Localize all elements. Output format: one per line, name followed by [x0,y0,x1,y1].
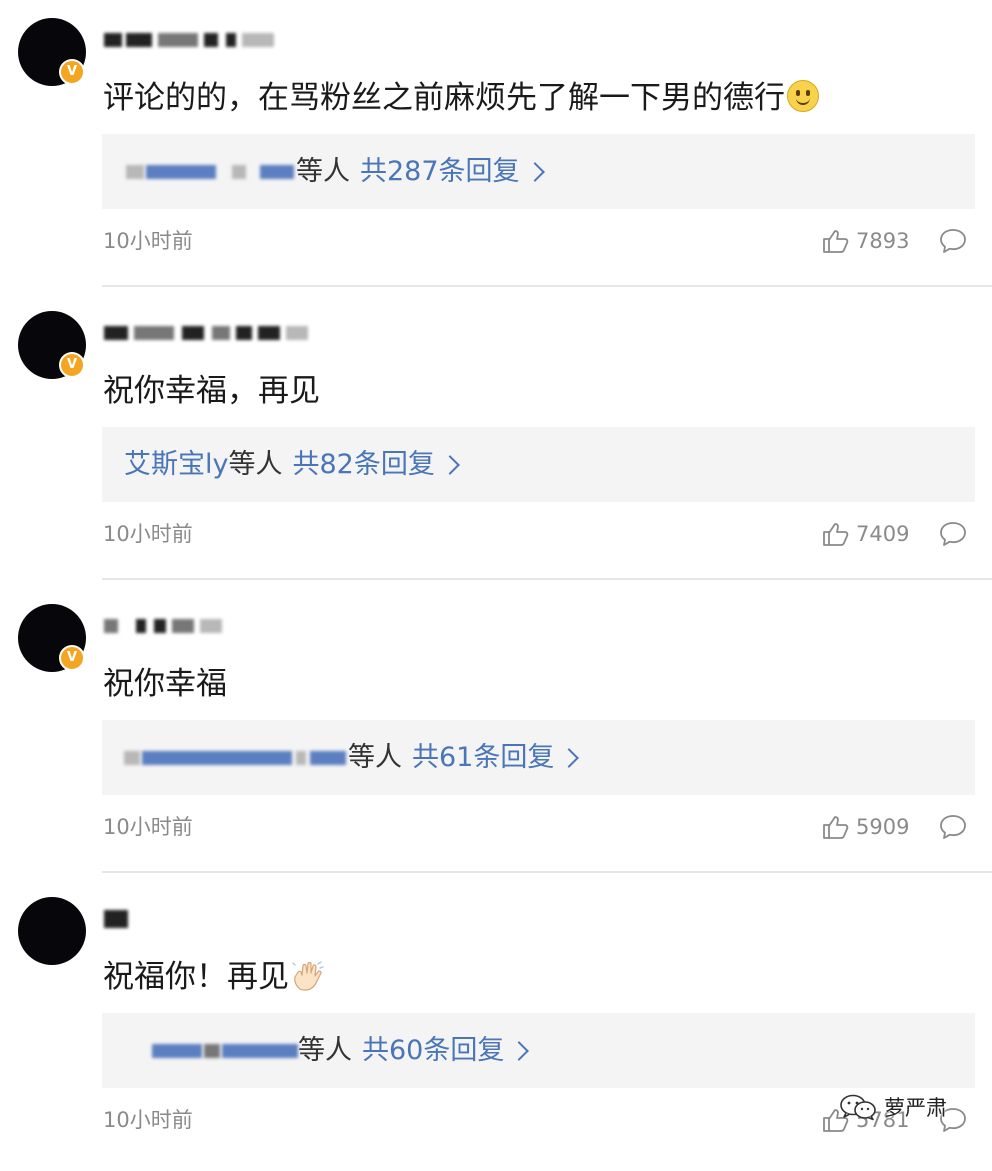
speech-bubble-icon [940,522,966,546]
reply-suffix: 等人 [348,742,402,773]
chevron-right-icon [439,454,460,475]
divider [102,285,992,287]
comment-item: V 祝你幸福，再见 艾斯宝ly 等人 共82条回复 10小时前 7409 [0,293,992,585]
chevron-right-icon [524,161,545,182]
reply-count-link[interactable]: 共287条回复 [360,134,520,209]
comment-reply-button[interactable] [938,520,968,552]
reply-count-link[interactable]: 共60条回复 [362,1013,504,1088]
comment-text: 祝你幸福 [103,666,227,702]
comment-time: 10小时前 [103,815,193,839]
comment-time: 10小时前 [103,229,193,253]
reply-count-link[interactable]: 共61条回复 [412,720,554,795]
verified-badge-icon: V [59,645,85,671]
username-blurred[interactable] [102,615,302,637]
chevron-right-icon [509,1040,530,1061]
comment-text: 祝你幸福，再见 [103,373,320,409]
comment-text: 评论的的，在骂粉丝之前麻烦先了解一下男的德行 [103,78,819,118]
thumbs-up-icon [823,230,849,253]
reply-suffix: 等人 [296,156,350,187]
username-blurred[interactable] [102,29,302,51]
reply-usernames-blurred [124,162,296,182]
thumbs-up-icon [823,816,849,839]
like-count: 7409 [856,522,910,546]
speech-bubble-icon [940,815,966,839]
smile-icon [787,80,819,112]
comment-text: 祝福你！再见 [103,957,325,997]
reply-username-link[interactable]: 艾斯宝ly [124,427,228,502]
divider [102,871,992,873]
speech-bubble-icon [940,229,966,253]
like-button[interactable]: 7893 [822,226,909,256]
comment-reply-button[interactable] [938,227,968,259]
username-blurred[interactable] [102,908,302,930]
waving-hand-icon [292,961,324,991]
verified-badge-icon: V [59,59,85,85]
verified-badge-icon: V [59,352,85,378]
avatar[interactable] [18,897,86,965]
comment-reply-button[interactable] [938,813,968,845]
like-count: 7893 [856,229,910,253]
comment-item: 祝福你！再见 等人 共60条回复 10小时前 5781 [0,879,992,1171]
watermark-text: 萝严肃 [884,1096,947,1120]
username-blurred[interactable] [102,322,308,344]
reply-suffix: 等人 [228,449,283,480]
reply-summary[interactable]: 艾斯宝ly 等人 共82条回复 [102,427,975,502]
watermark: 萝严肃 [838,1092,947,1122]
comment-item: V 祝你幸福 等人 共61条回复 10小时前 5909 [0,586,992,878]
like-button[interactable]: 7409 [822,519,909,549]
wechat-icon [840,1094,876,1121]
reply-suffix: 等人 [298,1035,352,1066]
reply-usernames-blurred [124,748,348,768]
comment-item: V 评论的的，在骂粉丝之前麻烦先了解一下男的德行 等人 共287条回复 10小时… [0,0,992,292]
reply-summary[interactable]: 等人 共61条回复 [102,720,975,795]
divider [102,578,992,580]
like-button[interactable]: 5909 [822,812,909,842]
thumbs-up-icon [823,523,849,546]
like-count: 5909 [856,815,910,839]
reply-summary[interactable]: 等人 共287条回复 [102,134,975,209]
chevron-right-icon [559,747,580,768]
comment-time: 10小时前 [103,522,193,546]
reply-count-link[interactable]: 共82条回复 [292,427,434,502]
reply-usernames-blurred [124,1041,298,1061]
reply-summary[interactable]: 等人 共60条回复 [102,1013,975,1088]
comment-time: 10小时前 [103,1108,193,1132]
